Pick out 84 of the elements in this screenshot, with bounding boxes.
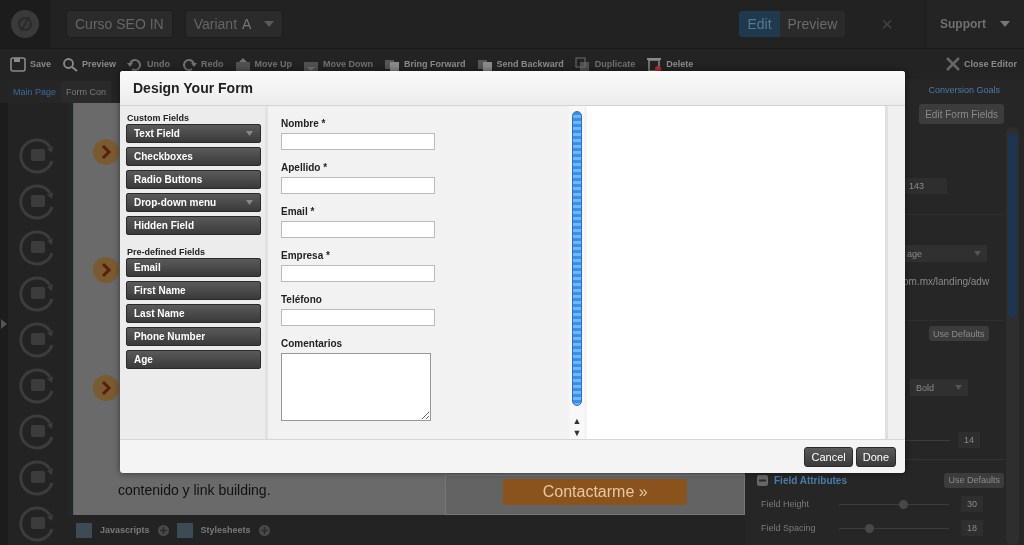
done-button[interactable]: Done — [855, 446, 896, 467]
search-icon — [62, 56, 79, 72]
duplicate-icon — [574, 56, 591, 72]
collapse-icon[interactable] — [757, 474, 768, 486]
use-defaults-button[interactable]: Use Defaults — [944, 472, 1004, 488]
asset-link[interactable]: Javascripts — [100, 525, 150, 535]
edit-form-fields-button[interactable]: Edit Form Fields — [919, 104, 1004, 124]
text-area[interactable] — [281, 353, 431, 421]
toolbar-button[interactable]: Preview — [58, 56, 124, 72]
field-type-button[interactable]: Drop-down menu — [126, 193, 261, 212]
caret-icon — [246, 200, 253, 205]
field-label: Apellido * — [281, 162, 329, 173]
section-title[interactable]: Field Attributes — [774, 474, 847, 486]
input-field[interactable] — [281, 133, 435, 150]
cta-button[interactable]: Contactarme » — [503, 479, 688, 505]
scrollbar[interactable] — [1006, 127, 1019, 545]
dialog-title: Design Your Form — [133, 80, 254, 96]
weight-select[interactable]: Bold — [910, 379, 968, 396]
field-label: Comentarios — [281, 338, 344, 349]
input-field[interactable] — [281, 221, 435, 238]
url-text: om.mx/landing/adw — [903, 276, 990, 287]
palette-heading: Custom Fields — [127, 113, 190, 123]
scrollbar[interactable]: ▲ ▼ — [570, 106, 584, 439]
field-type-button[interactable]: First Name — [126, 281, 261, 300]
scroll-down-arrow[interactable]: ▼ — [572, 427, 582, 439]
slider-thumb[interactable] — [864, 523, 874, 533]
field-label: Teléfono — [281, 294, 323, 305]
caret-icon — [1000, 21, 1010, 27]
style-file-icon — [176, 522, 193, 538]
redo-icon — [181, 56, 198, 72]
field-type-button[interactable]: Age — [126, 350, 261, 369]
mode-tab[interactable]: Edit — [739, 11, 780, 37]
toolbar-button[interactable]: Save — [6, 56, 59, 72]
close-icon — [946, 57, 960, 71]
field-type-button[interactable]: Checkboxes — [126, 147, 261, 166]
toolbar-button[interactable]: Send Backward — [472, 56, 571, 72]
undo-icon — [127, 56, 144, 72]
field-label: Email * — [281, 206, 316, 217]
height-field[interactable]: 143 — [903, 177, 947, 194]
field-type-button[interactable]: Email — [126, 258, 261, 277]
panel-tab[interactable]: Conversion Goals — [928, 85, 1000, 95]
field-type-button[interactable]: Phone Number — [126, 327, 261, 346]
field-label: Nombre * — [281, 118, 327, 129]
scroll-up-arrow[interactable]: ▲ — [572, 415, 582, 427]
field-type-button[interactable]: Text Field — [126, 124, 261, 143]
palette-heading: Pre-defined Fields — [127, 247, 207, 257]
field-type-button[interactable]: Hidden Field — [126, 216, 261, 235]
slider-label: Field Spacing — [761, 523, 817, 533]
page-tab[interactable]: Form Con — [61, 81, 112, 103]
field-type-button[interactable]: Last Name — [126, 304, 261, 323]
script-file-icon — [76, 522, 92, 538]
asset-link[interactable]: Stylesheets — [200, 525, 251, 535]
toolbar-button[interactable]: Bring Forward — [380, 56, 473, 72]
caret-icon — [955, 385, 962, 390]
cancel-button[interactable]: Cancel — [804, 446, 853, 467]
value-field[interactable]: 30 — [961, 496, 983, 512]
input-field[interactable] — [281, 177, 435, 194]
use-defaults-button[interactable]: Use Defaults — [929, 326, 989, 341]
slider-label: Field Height — [761, 499, 811, 509]
field-label: Empresa * — [281, 250, 331, 261]
input-field[interactable] — [281, 309, 435, 326]
caret-icon — [246, 131, 253, 136]
slider-thumb[interactable] — [898, 499, 908, 509]
size-field[interactable]: 14 — [958, 432, 980, 448]
mode-tab[interactable]: Preview — [779, 11, 846, 37]
add-icon[interactable] — [258, 524, 270, 536]
caret-icon — [974, 251, 981, 256]
save-icon — [10, 56, 26, 72]
toolbar-button[interactable]: Delete — [642, 56, 701, 72]
trash-icon — [646, 56, 663, 72]
move-up-icon — [234, 56, 251, 72]
body-text: contenido y link building. — [117, 481, 272, 498]
caret-icon — [264, 21, 275, 27]
field-type-button[interactable]: Radio Buttons — [126, 170, 261, 189]
close-editor-button[interactable]: Close Editor — [942, 57, 1024, 71]
chevron-icon[interactable] — [92, 256, 120, 284]
variant-dropdown[interactable]: Variant A — [184, 10, 284, 38]
value-field[interactable]: 18 — [961, 520, 983, 536]
input-field[interactable] — [281, 265, 435, 282]
logo-icon — [10, 9, 40, 39]
chevron-icon[interactable] — [92, 374, 120, 402]
chevron-icon[interactable] — [92, 138, 120, 166]
page-name-button[interactable]: Curso SEO IN — [66, 10, 173, 38]
add-icon[interactable] — [157, 524, 169, 536]
